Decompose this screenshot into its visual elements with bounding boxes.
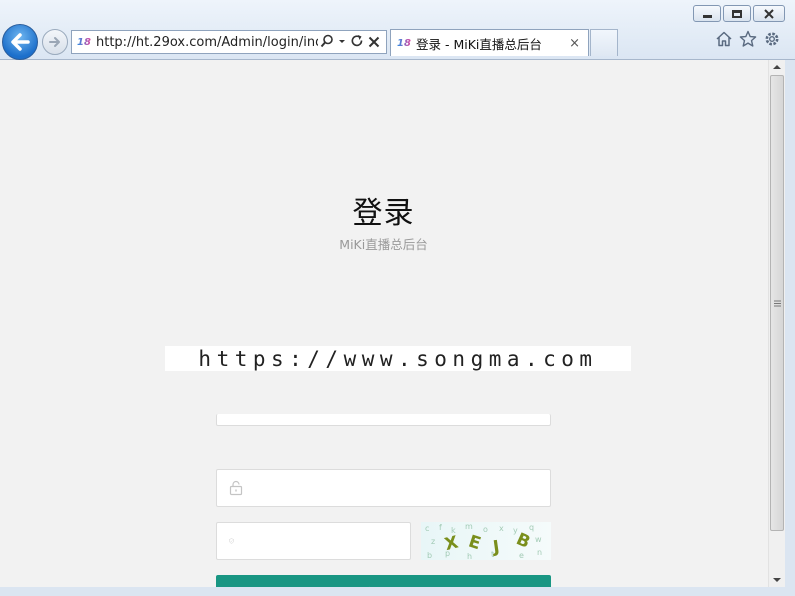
arrow-up-icon xyxy=(773,65,781,69)
username-field[interactable] xyxy=(216,414,551,426)
scroll-down-arrow[interactable] xyxy=(769,573,785,587)
password-input[interactable] xyxy=(243,470,550,506)
address-url[interactable]: http://ht.29ox.com/Admin/login/index xyxy=(96,35,318,50)
page-subtitle: MiKi直播总后台 xyxy=(339,237,428,252)
tab-login[interactable]: 18 登录 - MiKi直播总后台 × xyxy=(390,29,589,56)
username-input[interactable] xyxy=(229,414,550,425)
search-button[interactable] xyxy=(320,33,334,52)
forward-icon xyxy=(49,37,60,47)
site-favicon: 18 xyxy=(77,36,91,48)
captcha-input[interactable] xyxy=(234,523,410,559)
new-tab-button[interactable] xyxy=(590,29,618,56)
svg-text:e: e xyxy=(519,551,524,560)
window-controls xyxy=(693,5,785,22)
stop-icon xyxy=(368,36,380,47)
password-field[interactable] xyxy=(216,469,551,507)
captcha-char: E xyxy=(466,532,483,555)
back-button[interactable] xyxy=(2,24,38,60)
svg-text:h: h xyxy=(467,552,472,560)
address-tools xyxy=(320,33,380,52)
svg-text:n: n xyxy=(537,548,542,557)
svg-text:y: y xyxy=(513,526,518,535)
tab-title: 登录 - MiKi直播总后台 xyxy=(416,36,542,52)
settings-button[interactable] xyxy=(763,30,781,48)
favorites-button[interactable] xyxy=(739,30,757,48)
svg-text:w: w xyxy=(535,535,542,544)
close-icon xyxy=(764,8,774,19)
stop-button[interactable] xyxy=(368,33,380,52)
captcha-field[interactable] xyxy=(216,522,411,560)
svg-text:m: m xyxy=(465,522,473,531)
svg-text:z: z xyxy=(431,537,435,546)
vertical-scrollbar[interactable] xyxy=(768,60,785,587)
arrow-down-icon xyxy=(773,578,781,582)
svg-text:o: o xyxy=(483,525,488,534)
svg-text:q: q xyxy=(529,523,534,532)
maximize-button[interactable] xyxy=(723,5,751,22)
minimize-button[interactable] xyxy=(693,5,721,22)
refresh-button[interactable] xyxy=(350,33,364,52)
watermark-banner: https://www.songma.com xyxy=(165,346,631,371)
tab-close-button[interactable]: × xyxy=(569,36,580,51)
captcha-graphic: cfk mox y qb pht e nw z X E J B xyxy=(425,522,542,560)
maximize-icon xyxy=(732,9,742,18)
dropdown-icon xyxy=(339,39,345,43)
favorites-star-icon xyxy=(739,30,757,47)
address-dropdown-button[interactable] xyxy=(338,33,346,52)
lock-icon xyxy=(229,480,243,496)
svg-text:f: f xyxy=(439,523,442,532)
window-frame-bottom xyxy=(0,587,795,596)
search-icon xyxy=(320,34,333,47)
forward-button[interactable] xyxy=(42,29,68,55)
browser-toolbar xyxy=(715,30,781,48)
page-title: 登录 xyxy=(352,196,415,231)
svg-text:x: x xyxy=(499,524,504,533)
settings-gear-icon xyxy=(765,32,779,46)
tab-favicon: 18 xyxy=(397,37,411,49)
window-frame-right xyxy=(785,60,795,587)
scrollbar-thumb[interactable] xyxy=(770,75,784,531)
minimize-icon xyxy=(702,14,712,18)
refresh-icon xyxy=(351,34,363,46)
back-icon xyxy=(11,33,30,51)
address-bar[interactable]: 18 http://ht.29ox.com/Admin/login/index xyxy=(71,30,387,54)
close-window-button[interactable] xyxy=(753,5,785,22)
browser-chrome: 18 http://ht.29ox.com/Admin/login/index xyxy=(0,0,795,60)
page-viewport: 登录 MiKi直播总后台 cfk mox y q b p h t e n w z… xyxy=(0,60,768,596)
svg-text:c: c xyxy=(425,524,429,533)
captcha-image[interactable]: cfk mox yqb pht enw z X E J B xyxy=(421,522,551,560)
home-icon xyxy=(716,31,732,47)
grip-icon xyxy=(773,300,781,306)
home-button[interactable] xyxy=(715,30,733,48)
scroll-up-arrow[interactable] xyxy=(769,60,785,74)
svg-text:b: b xyxy=(427,551,432,560)
